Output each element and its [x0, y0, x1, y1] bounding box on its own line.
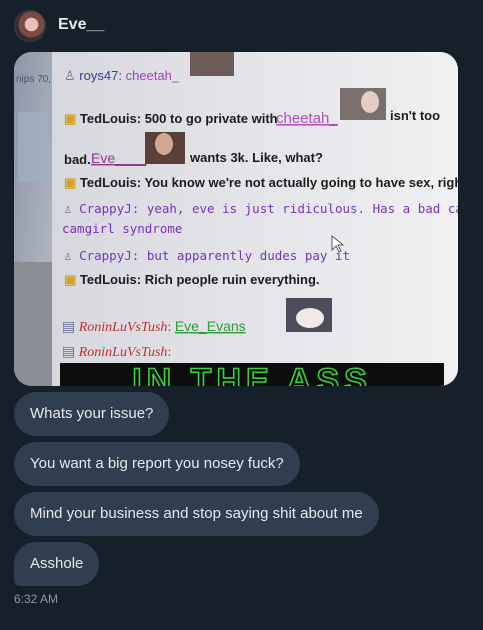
chat-line: ▤ RoninLuVsTush:: [62, 345, 171, 360]
chat-username: roys47: [79, 68, 118, 83]
chat-line: ♙ CrappyJ: yeah, eve is just ridiculous.…: [64, 201, 458, 216]
thumbnail-2-figure: [361, 91, 379, 113]
thumbnail-4-figure: [296, 308, 324, 328]
chat-username: RoninLuVsTush: [78, 345, 168, 360]
badge-icon: ▣: [64, 175, 76, 190]
avatar[interactable]: [14, 10, 46, 42]
chat-username: CrappyJ: [79, 248, 132, 263]
thumbnail-1: [190, 52, 234, 76]
badge-icon: ▣: [64, 272, 76, 287]
chat-screen-background: [52, 52, 458, 386]
message-bubble[interactable]: Asshole: [14, 542, 100, 586]
chat-line: ▣ TedLouis: Rich people ruin everything.: [64, 272, 320, 287]
chat-line: ▣ TedLouis: 500 to go private with: [64, 111, 278, 126]
chat-line: bad.: [64, 152, 91, 167]
chat-username: CrappyJ: [79, 201, 132, 216]
contact-name[interactable]: Eve__: [58, 16, 104, 34]
chat-username: TedLouis: [80, 272, 137, 287]
window-reflection: [18, 112, 48, 182]
user-badge-icon: ▤: [62, 320, 75, 335]
message-bubble[interactable]: Whats your issue?: [14, 392, 170, 436]
username-icon: ♙: [64, 201, 72, 216]
message-bubble[interactable]: Mind your business and stop saying shit …: [14, 492, 379, 536]
thumbnail-3-figure: [155, 133, 173, 155]
mention: Eve____: [91, 150, 146, 166]
badge-icon: ▣: [64, 111, 76, 126]
conversation-header: Eve__: [0, 0, 483, 50]
image-attachment[interactable]: nips 70, ♙ roys47: cheetah_ ▣ TedLouis: …: [14, 52, 458, 386]
chat-line: ♙ CrappyJ: but apparently dudes pay it: [64, 248, 350, 263]
chat-line: ▣ TedLouis: You know we're not actually …: [64, 175, 458, 190]
chat-line: ▤ RoninLuVsTush: Eve_Evans: [62, 318, 246, 335]
chat-line: ♙ roys47: cheetah_: [64, 68, 180, 83]
left-fragment: nips 70,: [16, 74, 51, 85]
banner-text: IN THE ASS: [132, 362, 372, 386]
mention: cheetah_: [276, 110, 338, 127]
user-badge-icon: ▤: [62, 345, 75, 360]
chat-line: camgirl syndrome: [62, 221, 182, 236]
chat-line-tail: isn't too: [390, 108, 440, 123]
chat-username: RoninLuVsTush: [78, 320, 168, 335]
username-icon: ♙: [64, 248, 72, 263]
chat-username: TedLouis: [80, 175, 137, 190]
message-bubble[interactable]: You want a big report you nosey fuck?: [14, 442, 300, 486]
chat-username: TedLouis: [80, 111, 137, 126]
chat-line-tail: wants 3k. Like, what?: [189, 150, 323, 165]
message-timestamp: 6:32 AM: [14, 592, 59, 606]
couch-reflection: [14, 262, 54, 386]
username-icon: ♙: [64, 68, 76, 83]
